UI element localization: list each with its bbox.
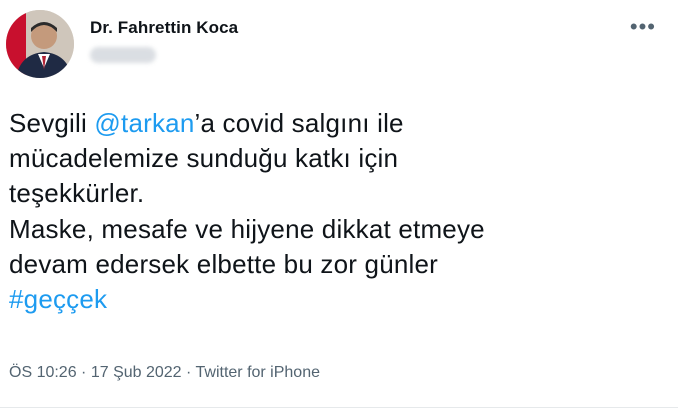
tweet-text-segment: ’a covid salgını ile [194,108,404,138]
tweet-line-6: #geççek [9,282,649,317]
tweet-line-4: Maske, mesafe ve hijyene dikkat etmeye [9,213,485,244]
author-display-name[interactable]: Dr. Fahrettin Koca [90,18,238,38]
tweet-card: Dr. Fahrettin Koca ••• Sevgili @tarkan’a… [0,0,678,411]
tweet-text-segment: Sevgili [9,108,95,138]
author-handle-blurred [90,47,156,63]
more-horizontal-icon: ••• [629,14,656,39]
tweet-line-3: teşekkürler. [9,178,145,209]
tweet-text: Sevgili @tarkan’a covid salgını ile müca… [9,106,649,317]
tweet-line-5: devam edersek elbette bu zor günler [9,248,439,279]
hashtag-link[interactable]: #geççek [9,284,107,314]
tweet-line-1: Sevgili @tarkan’a covid salgını ile [9,106,649,141]
avatar[interactable] [6,10,74,78]
avatar-image-icon [6,10,74,78]
divider [0,407,678,408]
tweet-timestamp[interactable]: ÖS 10:26 · 17 Şub 2022 · Twitter for iPh… [9,364,320,382]
tweet-line-2: mücadelemize sunduğu katkı için [9,143,399,174]
mention-link[interactable]: @tarkan [94,108,194,138]
more-options-button[interactable]: ••• [630,16,656,38]
